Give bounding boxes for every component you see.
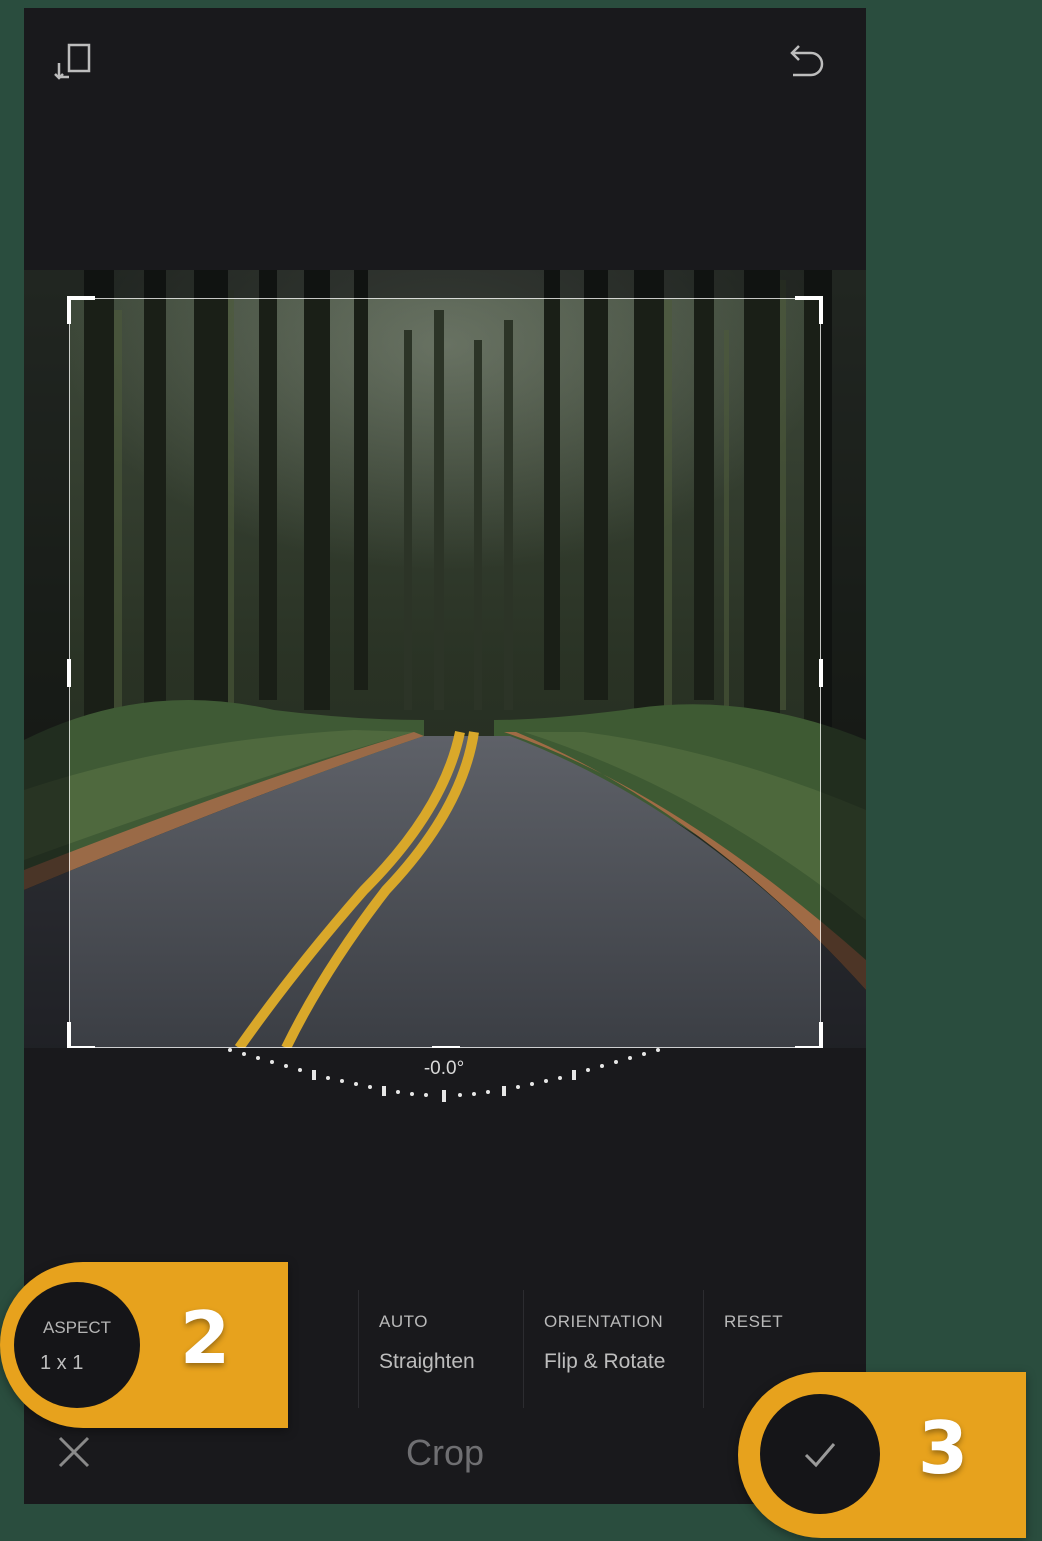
- auto-value: Straighten: [379, 1350, 475, 1373]
- auto-straighten-button[interactable]: AUTO Straighten: [358, 1290, 524, 1408]
- dial-value: -0.0°: [423, 1058, 465, 1079]
- orientation-button[interactable]: ORIENTATION Flip & Rotate: [523, 1290, 704, 1408]
- step-number-3: 3: [918, 1406, 969, 1490]
- crop-handle-bottom-right[interactable]: [795, 1022, 823, 1048]
- aspect-button[interactable]: ASPECT 1 x 1: [14, 1282, 140, 1408]
- dial-ticks: [228, 1048, 660, 1102]
- confirm-button[interactable]: [760, 1394, 880, 1514]
- photo-canvas[interactable]: [24, 270, 866, 1048]
- crop-frame[interactable]: [67, 296, 823, 1048]
- step-callout-2: ASPECT 1 x 1 2: [0, 1262, 288, 1428]
- crop-handle-left[interactable]: [67, 659, 71, 687]
- crop-handle-right[interactable]: [819, 659, 823, 687]
- crop-handle-top-right[interactable]: [795, 296, 823, 324]
- step-callout-3: 3: [738, 1372, 1026, 1538]
- aspect-caption: ASPECT: [42, 1318, 112, 1337]
- straighten-dial[interactable]: -0.0°: [214, 1040, 674, 1120]
- step-number-2: 2: [180, 1296, 231, 1380]
- aspect-value: 1 x 1: [40, 1352, 84, 1374]
- auto-caption: AUTO: [379, 1312, 428, 1331]
- checkmark-icon: [804, 1443, 836, 1468]
- orientation-value: Flip & Rotate: [544, 1350, 666, 1373]
- crop-handle-top-left[interactable]: [67, 296, 95, 324]
- crop-handle-bottom-left[interactable]: [67, 1022, 95, 1048]
- crop-mask-left: [24, 298, 69, 1048]
- reset-caption: RESET: [724, 1312, 784, 1331]
- orientation-caption: ORIENTATION: [544, 1312, 664, 1331]
- crop-mask-right: [821, 298, 866, 1048]
- crop-mask-top: [24, 270, 866, 298]
- undo-icon[interactable]: [780, 38, 832, 90]
- crop-rotate-icon[interactable]: [50, 38, 102, 90]
